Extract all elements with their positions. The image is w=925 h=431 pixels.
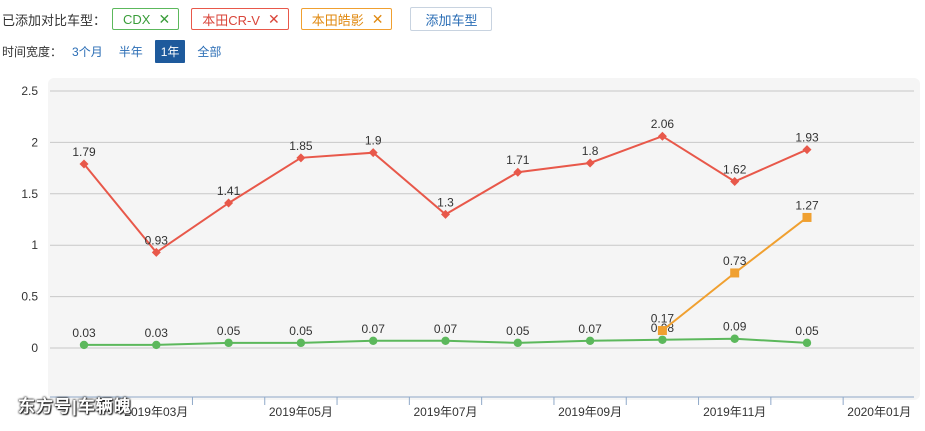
data-label: 1.62 xyxy=(723,162,747,176)
data-point xyxy=(802,212,812,222)
tag-crv[interactable]: 本田CR-V ✕ xyxy=(191,8,289,30)
tag-label: 本田CR-V xyxy=(202,12,260,28)
data-label: 0.07 xyxy=(578,322,602,336)
data-label: 0.73 xyxy=(723,254,747,268)
y-tick-label: 2 xyxy=(31,135,38,149)
data-label: 0.05 xyxy=(506,324,530,338)
data-point xyxy=(79,340,89,350)
data-label: 1.85 xyxy=(289,139,313,153)
x-tick-label: 2019年07月 xyxy=(413,405,477,419)
data-point xyxy=(657,326,667,336)
x-tick-label: 2020年01月 xyxy=(847,405,911,419)
range-3-months[interactable]: 3个月 xyxy=(68,41,107,62)
data-label: 1.93 xyxy=(795,131,819,145)
watermark: 东方号|车辆魄 xyxy=(18,397,132,416)
data-point xyxy=(441,336,450,346)
data-point xyxy=(730,334,739,343)
data-label: 1.71 xyxy=(506,153,530,167)
data-point xyxy=(152,340,161,350)
data-point xyxy=(513,338,522,348)
data-label: 0.03 xyxy=(72,326,96,340)
data-point xyxy=(224,338,233,348)
data-label: 0.07 xyxy=(362,322,386,336)
data-label: 1.41 xyxy=(217,184,241,198)
plot-background xyxy=(48,78,920,400)
y-tick-label: 1 xyxy=(31,238,38,252)
data-label: 1.9 xyxy=(365,134,382,148)
tag-breeze[interactable]: 本田皓影 ✕ xyxy=(300,8,393,30)
data-label: 0.17 xyxy=(651,312,675,326)
compare-bar: 已添加对比车型： CDX ✕ 本田CR-V ✕ 本田皓影 ✕ 添加车型 xyxy=(0,6,493,32)
line-chart: 0 0.5 1 1.5 2 2.5 2019年03月 2019年05月 2019年07月 2019… xyxy=(21,78,920,419)
x-tick-label: 2019年11月 xyxy=(703,405,766,419)
x-tick-label: 2019年09月 xyxy=(558,405,622,419)
close-icon[interactable]: ✕ xyxy=(268,12,280,26)
close-icon[interactable]: ✕ xyxy=(158,12,170,26)
range-half-year[interactable]: 半年 xyxy=(115,41,147,62)
data-label: 1.8 xyxy=(582,144,599,158)
time-range-bar: 时间宽度： 3个月 半年 1年 全部 xyxy=(0,39,225,63)
data-point xyxy=(369,336,378,346)
data-label: 0.93 xyxy=(145,233,169,247)
range-all[interactable]: 全部 xyxy=(193,41,225,62)
data-label: 0.05 xyxy=(795,324,819,338)
data-label: 1.79 xyxy=(72,145,96,159)
data-label: 0.03 xyxy=(145,326,169,340)
close-icon[interactable]: ✕ xyxy=(372,12,384,26)
data-label: 1.3 xyxy=(437,195,454,209)
data-label: 1.27 xyxy=(795,198,819,212)
data-point xyxy=(296,338,306,348)
x-tick-label: 2019年03月 xyxy=(124,405,188,419)
data-point xyxy=(802,338,812,348)
range-1-year[interactable]: 1年 xyxy=(154,39,186,63)
data-label: 0.07 xyxy=(434,322,458,336)
data-point xyxy=(658,335,667,344)
add-model-button[interactable]: 添加车型 xyxy=(410,7,493,31)
data-label: 0.09 xyxy=(723,320,747,334)
time-range-label: 时间宽度： xyxy=(2,44,63,59)
y-tick-label: 2.5 xyxy=(21,84,38,98)
tag-label: CDX xyxy=(123,11,151,27)
data-label: 2.06 xyxy=(651,117,675,131)
y-tick-label: 0 xyxy=(31,341,38,355)
data-label: 0.05 xyxy=(217,324,241,338)
y-tick-label: 0.5 xyxy=(21,290,38,304)
tag-cdx[interactable]: CDX ✕ xyxy=(112,8,180,30)
data-label: 0.05 xyxy=(289,324,313,338)
data-point xyxy=(730,268,740,278)
data-point xyxy=(585,336,595,346)
tag-label: 本田皓影 xyxy=(311,12,364,28)
y-tick-label: 1.5 xyxy=(21,187,38,201)
compare-prefix: 已添加对比车型： xyxy=(2,12,107,28)
x-tick-label: 2019年05月 xyxy=(269,405,333,419)
